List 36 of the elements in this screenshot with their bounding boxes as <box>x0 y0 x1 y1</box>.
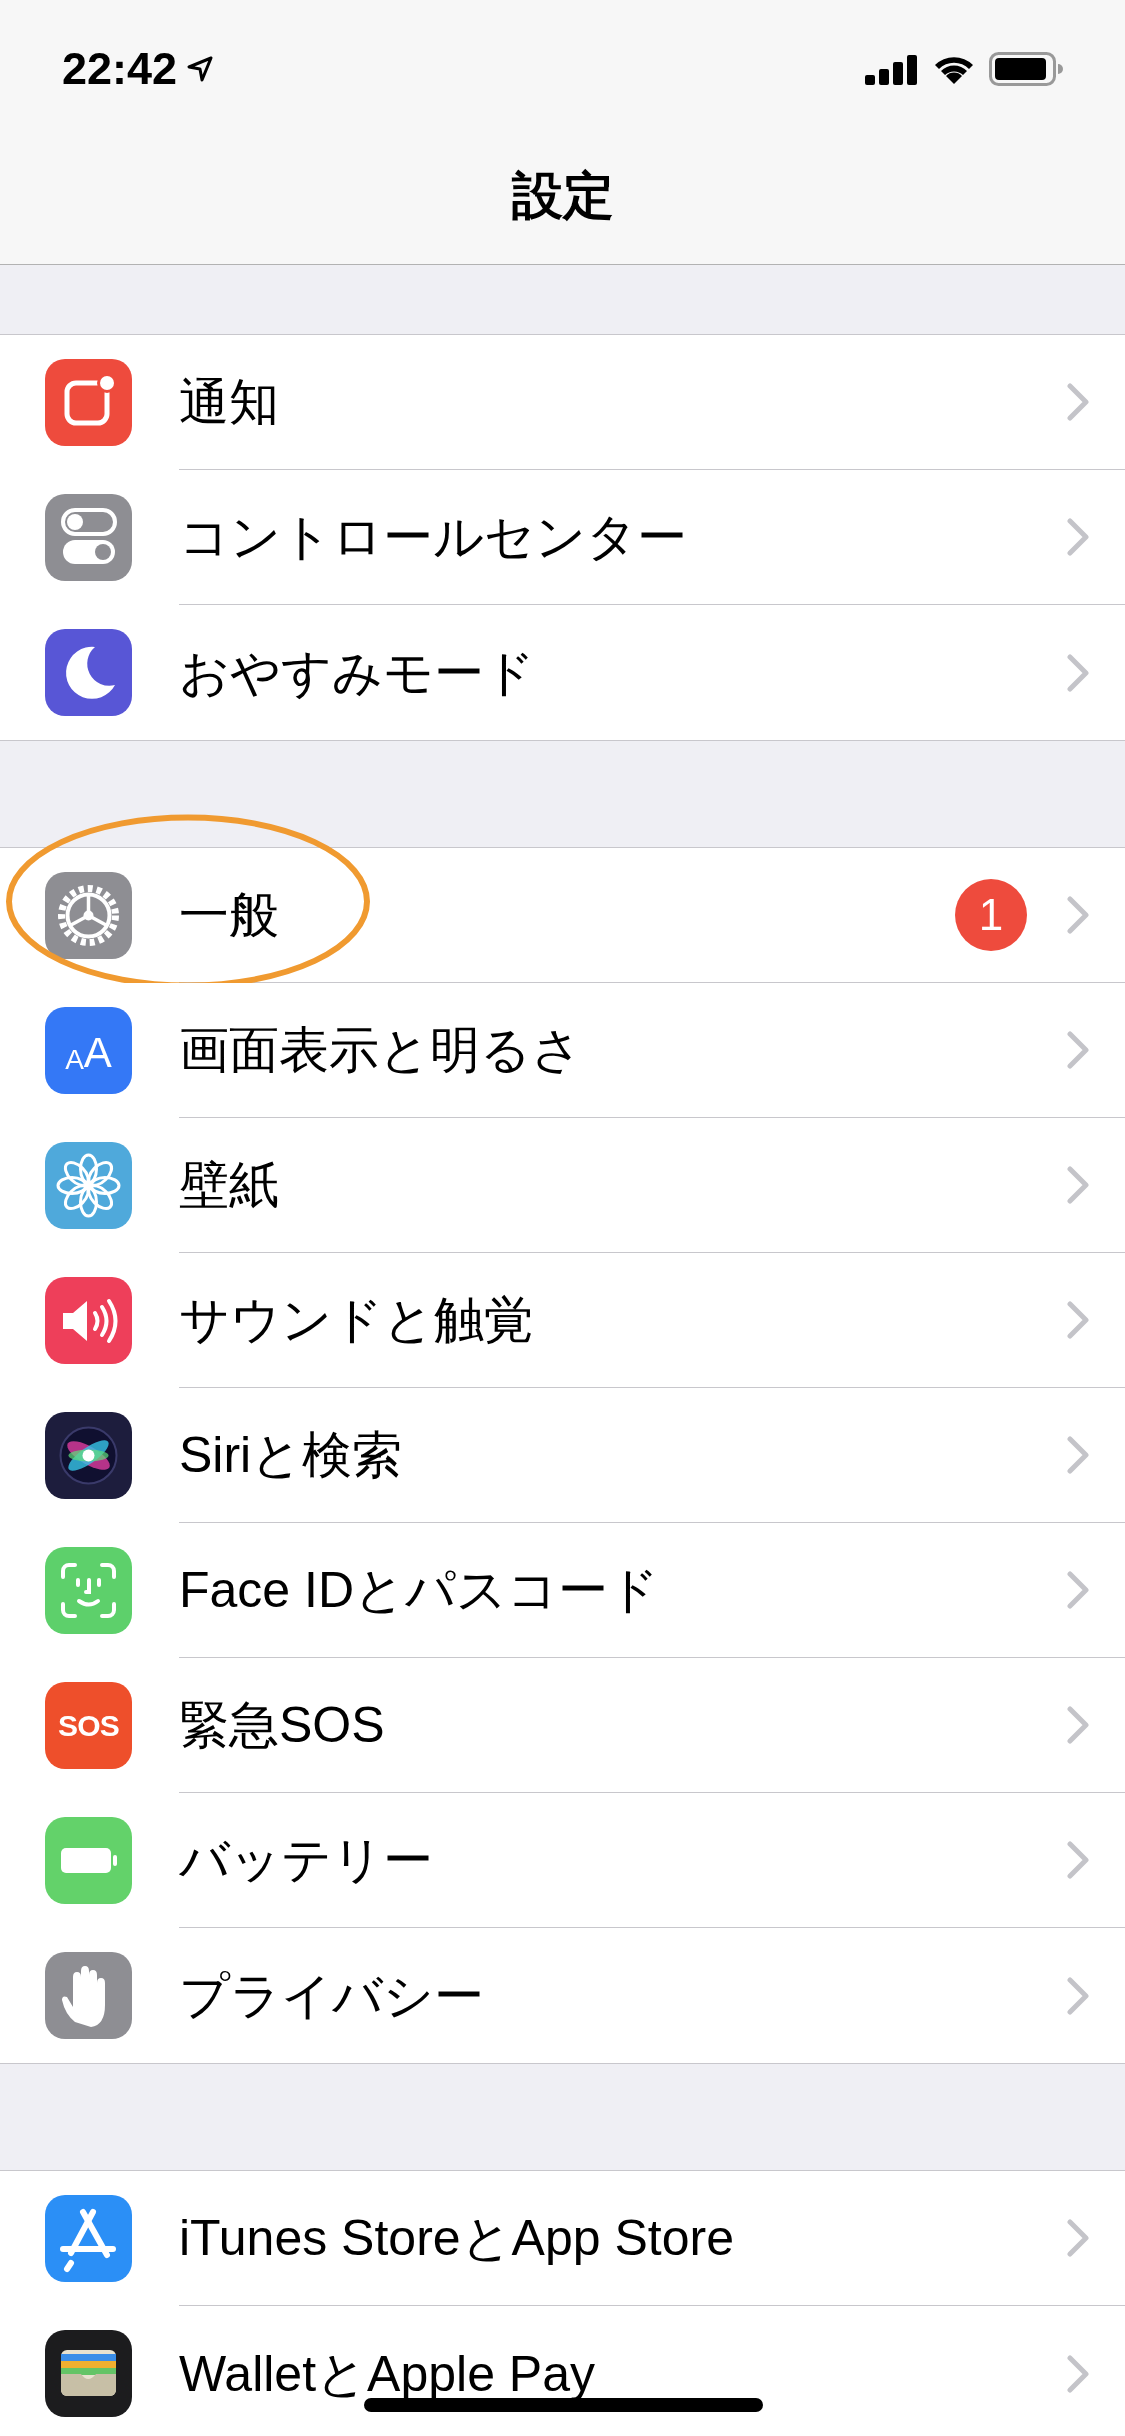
screen-title: 設定 <box>511 165 614 226</box>
row-label: サウンドと触覚 <box>179 1295 534 1345</box>
row-label: プライバシー <box>179 1970 484 2021</box>
chevron-icon <box>1067 1976 1089 2015</box>
chevron-icon <box>1067 896 1089 934</box>
row-label: バッテリー <box>179 1835 433 1885</box>
app-icon: SOS <box>45 1682 132 1769</box>
location-arrow-icon <box>187 56 214 82</box>
row-label: Face IDとパスコード <box>179 1565 660 1615</box>
chevron-icon <box>1067 1166 1089 1204</box>
chevron-icon <box>1067 1841 1089 1879</box>
row-label: おやすみモード <box>179 647 535 698</box>
row-label: WalletとApple Pay <box>179 2348 595 2399</box>
chevron-icon <box>1067 1436 1089 1474</box>
chevron-icon <box>1067 2354 1089 2393</box>
chevron-icon <box>1067 1031 1089 1069</box>
chevron-icon <box>1067 383 1089 421</box>
chevron-icon <box>1067 1571 1089 1609</box>
row-label: 壁紙 <box>179 1160 279 1210</box>
row-label: Siriと検索 <box>179 1430 403 1480</box>
row-label: 画面表示と明るさ <box>179 1025 582 1075</box>
battery-icon <box>989 52 1063 86</box>
chevron-icon <box>1067 653 1089 692</box>
app-icon: AA <box>45 1007 132 1094</box>
signal-icon <box>865 53 919 85</box>
row-label: 通知 <box>179 377 279 427</box>
chevron-icon <box>1067 1301 1089 1339</box>
clock-time: 22:42 <box>62 42 178 97</box>
notification-badge: 1 <box>955 879 1027 951</box>
row-label: コントロールセンター <box>179 512 687 562</box>
row-label: 一般 <box>179 890 279 940</box>
chevron-icon <box>1067 2219 1089 2257</box>
row-label: iTunes StoreとApp Store <box>179 2213 734 2263</box>
chevron-icon <box>1067 518 1089 556</box>
chevron-icon <box>1067 1706 1089 1744</box>
row-label: 緊急SOS <box>179 1700 385 1750</box>
